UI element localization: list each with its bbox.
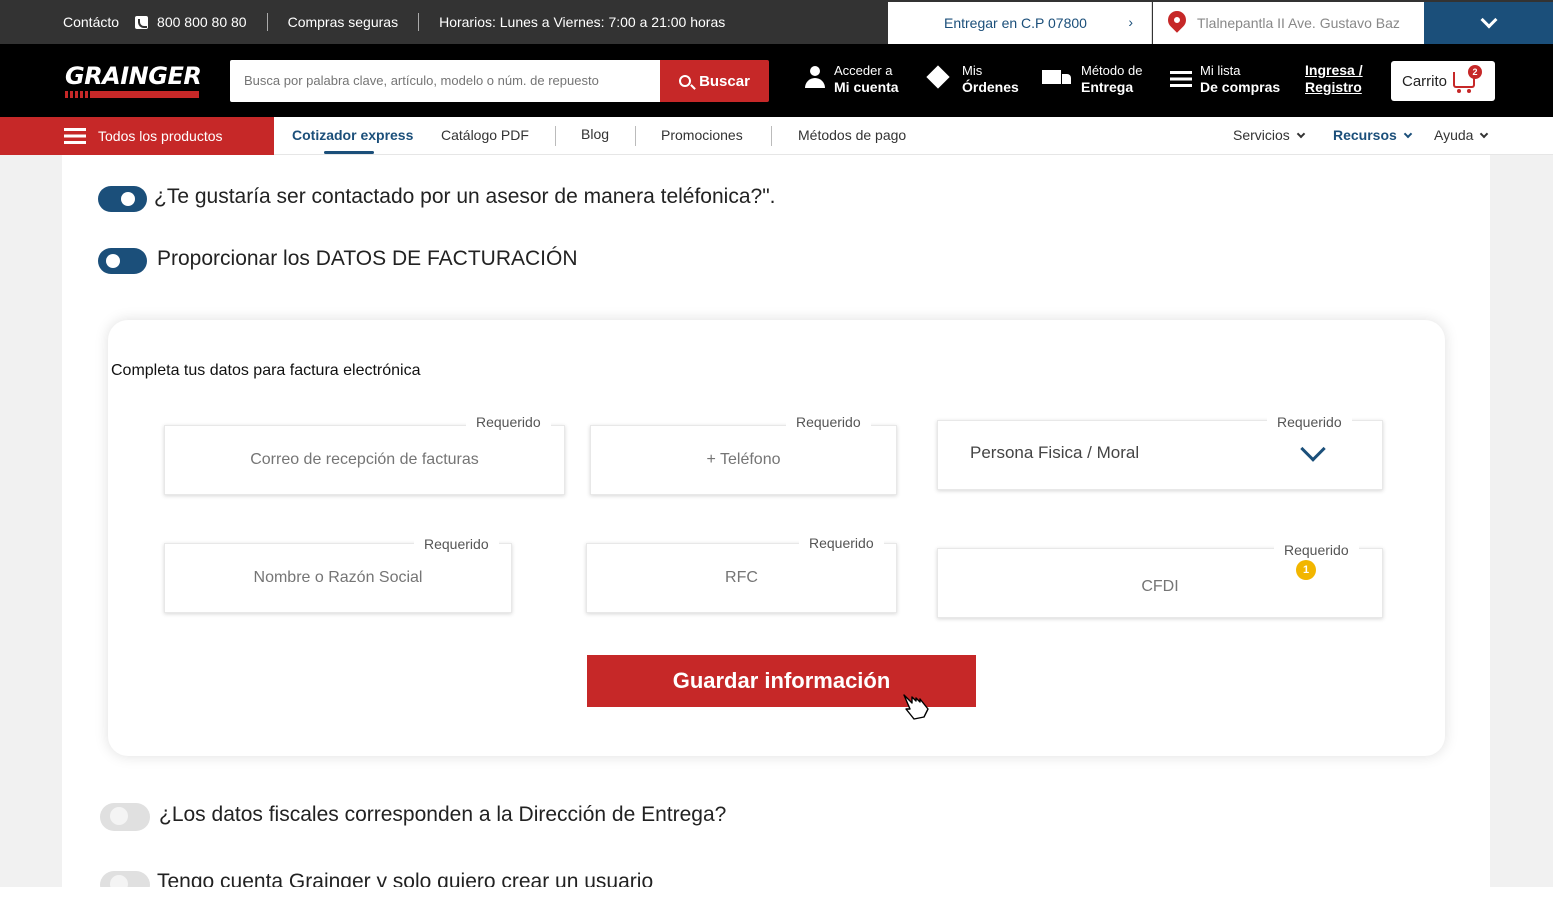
divider xyxy=(418,13,420,31)
all-products-label: Todos los productos xyxy=(98,128,223,144)
location-label: Tlalnepantla II Ave. Gustavo Baz xyxy=(1197,15,1400,31)
account-link[interactable]: Acceder a Mi cuenta xyxy=(834,62,899,96)
nav-link-catalogo[interactable]: Catálogo PDF xyxy=(441,127,529,143)
cart-button[interactable]: Carrito 2 xyxy=(1391,61,1495,101)
delivery-method-link[interactable]: Método de Entrega xyxy=(1081,62,1142,96)
business-name-field[interactable] xyxy=(164,543,512,613)
nav-link-cotizador[interactable]: Cotizador express xyxy=(292,127,413,154)
toggle-knob xyxy=(110,807,128,825)
nav-menu-recursos[interactable]: Recursos xyxy=(1333,127,1413,143)
cfdi-field[interactable] xyxy=(937,548,1383,618)
contact-label[interactable]: Contácto xyxy=(63,14,119,30)
store-location[interactable]: Tlalnepantla II Ave. Gustavo Baz xyxy=(1153,2,1424,44)
chevron-down-icon xyxy=(1480,129,1489,139)
search-input[interactable] xyxy=(230,60,660,102)
person-type-select[interactable]: Persona Fisica / Moral xyxy=(937,420,1383,490)
list-top: Mi lista xyxy=(1200,63,1241,78)
pointer-hand-icon xyxy=(903,694,929,720)
package-icon xyxy=(926,65,950,89)
cart-label: Carrito xyxy=(1402,72,1448,90)
divider xyxy=(555,126,556,146)
rfc-field[interactable] xyxy=(586,543,897,613)
recursos-label: Recursos xyxy=(1333,127,1397,143)
location-dropdown-button[interactable] xyxy=(1424,2,1553,44)
account-bottom: Mi cuenta xyxy=(834,79,899,95)
cart-count-badge: 2 xyxy=(1468,65,1482,79)
search-button[interactable]: Buscar xyxy=(660,60,769,102)
warning-badge: 1 xyxy=(1296,560,1316,580)
nav-link-promociones[interactable]: Promociones xyxy=(661,127,743,143)
hamburger-icon xyxy=(64,128,86,144)
phone-number[interactable]: 800 800 80 80 xyxy=(157,14,247,30)
billing-toggle[interactable] xyxy=(98,248,147,274)
login-bottom: Registro xyxy=(1305,79,1362,95)
orders-bottom: Órdenes xyxy=(962,79,1019,95)
contact-phone-toggle[interactable] xyxy=(98,186,147,212)
login-top: Ingresa / xyxy=(1305,62,1363,78)
location-pin-icon xyxy=(1164,7,1190,33)
search-button-label: Buscar xyxy=(699,72,750,90)
orders-top: Mis xyxy=(962,63,983,78)
chevron-down-icon xyxy=(1300,436,1326,462)
secure-purchases[interactable]: Compras seguras xyxy=(288,14,399,30)
top-info-bar: Contácto 800 800 80 80 Compras seguras H… xyxy=(0,0,1553,44)
servicios-label: Servicios xyxy=(1233,127,1290,143)
logo-stripes xyxy=(65,91,199,98)
billing-form-title: Completa tus datos para factura electrón… xyxy=(111,362,421,379)
checkout-content: ¿Te gustaría ser contactado por un aseso… xyxy=(62,155,1490,899)
invoice-email-field[interactable] xyxy=(164,425,565,495)
chevron-down-icon xyxy=(1480,11,1497,29)
required-label: Requerido xyxy=(466,414,551,430)
person-type-value: Persona Fisica / Moral xyxy=(970,443,1140,462)
deliver-to-label: Entregar en C.P 07800 xyxy=(944,15,1087,31)
phone-icon xyxy=(135,15,149,29)
nav-link-blog[interactable]: Blog xyxy=(581,126,609,142)
business-hours: Horarios: Lunes a Viernes: 7:00 a 21:00 … xyxy=(439,14,726,30)
toggle-knob xyxy=(121,192,135,206)
toggle-knob xyxy=(106,254,120,268)
viewport-bottom-edge xyxy=(0,887,1553,899)
chevron-down-icon xyxy=(1403,129,1413,139)
required-label: Requerido xyxy=(1267,414,1352,430)
all-products-menu[interactable]: Todos los productos xyxy=(0,117,274,155)
divider xyxy=(771,126,772,146)
fiscal-address-toggle[interactable] xyxy=(100,803,150,831)
required-label: Requerido xyxy=(414,536,499,552)
account-top: Acceder a xyxy=(834,63,893,78)
ayuda-label: Ayuda xyxy=(1434,127,1474,143)
category-nav: Todos los productos Cotizador express Ca… xyxy=(0,117,1553,155)
shopping-list-link[interactable]: Mi lista De compras xyxy=(1200,62,1280,96)
nav-menu-servicios[interactable]: Servicios xyxy=(1233,127,1306,143)
page-background xyxy=(1490,155,1553,899)
login-register-link[interactable]: Ingresa / Registro xyxy=(1305,62,1363,96)
list-bottom: De compras xyxy=(1200,79,1281,95)
chevron-down-icon xyxy=(1296,129,1306,139)
truck-icon xyxy=(1042,70,1072,88)
orders-link[interactable]: Mis Órdenes xyxy=(962,62,1019,96)
nav-menu-ayuda[interactable]: Ayuda xyxy=(1434,127,1489,143)
nav-link-metodos-pago[interactable]: Métodos de pago xyxy=(798,127,906,143)
main-header: GRAINGER Buscar Acceder a Mi cuenta Mis … xyxy=(0,44,1553,117)
required-label: Requerido xyxy=(799,535,884,551)
phone-field[interactable] xyxy=(590,425,897,495)
chevron-right-icon: › xyxy=(1128,14,1133,30)
billing-label: Proporcionar los DATOS DE FACTURACIÓN xyxy=(157,247,578,270)
search-icon xyxy=(679,75,692,87)
divider xyxy=(266,13,268,31)
list-icon xyxy=(1170,71,1192,87)
required-label: Requerido xyxy=(1274,542,1359,558)
deliver-to-zip[interactable]: Entregar en C.P 07800 › xyxy=(888,2,1152,44)
user-icon xyxy=(805,66,825,88)
fiscal-address-label: ¿Los datos fiscales corresponden a la Di… xyxy=(159,803,727,826)
required-label: Requerido xyxy=(786,414,871,430)
grainger-logo[interactable]: GRAINGER xyxy=(65,62,202,90)
contact-info: Contácto 800 800 80 80 Compras seguras H… xyxy=(0,0,725,44)
delivery-top: Método de xyxy=(1081,63,1143,78)
contact-phone-label: ¿Te gustaría ser contactado por un aseso… xyxy=(154,185,776,208)
delivery-bottom: Entrega xyxy=(1081,79,1134,95)
divider xyxy=(635,126,636,146)
